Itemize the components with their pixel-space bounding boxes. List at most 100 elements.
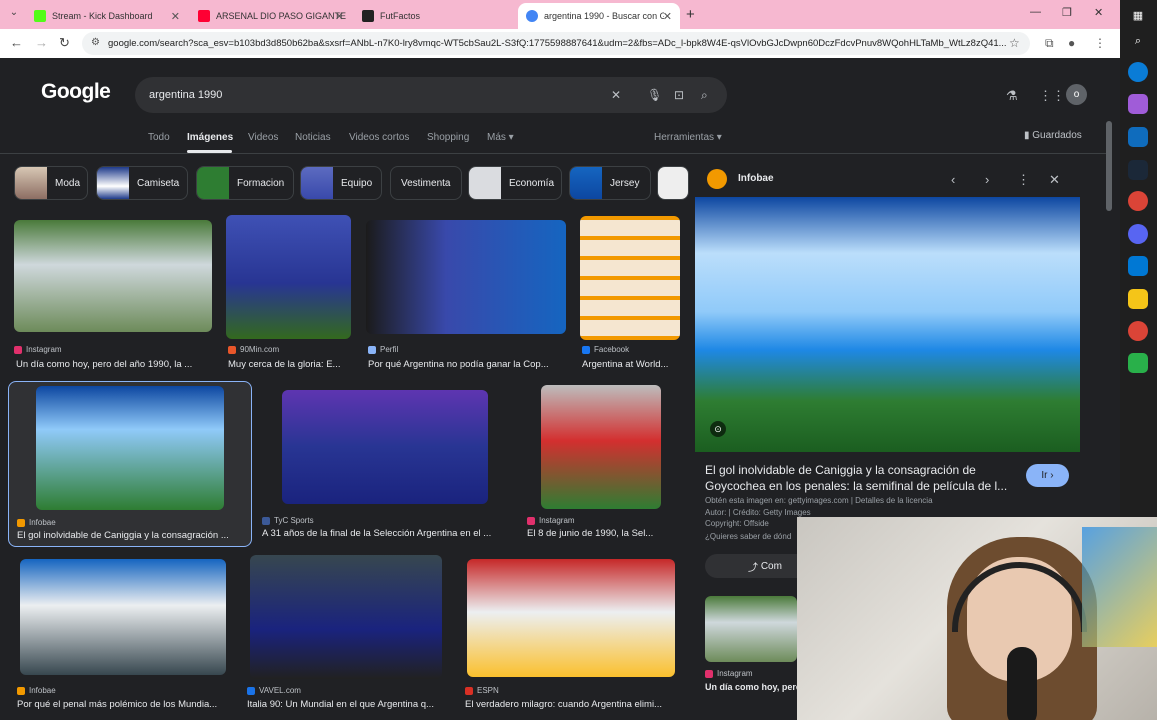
preview-title[interactable]: El gol inolvidable de Caniggia y la cons… <box>705 462 1017 494</box>
chrome-active-icon[interactable] <box>1128 321 1148 341</box>
extensions-icon[interactable]: ⧉ <box>1045 36 1054 51</box>
tab-todo[interactable]: Todo <box>148 132 170 143</box>
reload-icon[interactable]: ↻ <box>59 35 70 51</box>
tab-imagenes[interactable]: Imágenes <box>187 132 233 143</box>
site-info-icon[interactable]: ⚙ <box>91 37 100 48</box>
preview-source[interactable]: Infobae <box>738 173 774 184</box>
result-thumbnail[interactable] <box>580 216 680 340</box>
saved-button[interactable]: ▮ Guardados <box>1024 130 1082 141</box>
chip-vestimenta[interactable]: Vestimenta <box>390 166 462 200</box>
related-title[interactable]: Un día como hoy, pero <box>705 682 801 692</box>
result-thumbnail[interactable] <box>366 220 566 334</box>
chip-jersey[interactable]: Jersey <box>569 166 651 200</box>
result-source[interactable]: VAVEL.com <box>247 686 301 695</box>
chip-moda[interactable]: Moda <box>14 166 88 200</box>
image-result[interactable]: Facebook Argentina at World... <box>580 216 680 370</box>
back-icon[interactable]: ← <box>10 35 23 50</box>
result-source[interactable]: Infobae <box>17 686 56 695</box>
page-scrollbar[interactable] <box>1106 121 1112 211</box>
tab-kick[interactable]: Stream - Kick Dashboard ✕ <box>26 3 188 29</box>
result-source[interactable]: Instagram <box>527 516 575 525</box>
image-result[interactable]: ESPN El verdadero milagro: cuando Argent… <box>465 559 677 714</box>
bookmark-star-icon[interactable]: ☆ <box>1009 36 1020 50</box>
result-source[interactable]: TyC Sports <box>262 516 314 525</box>
tab-futfactos[interactable]: FutFactos <box>354 3 516 29</box>
image-result[interactable]: VAVEL.com Italia 90: Un Mundial en el qu… <box>247 555 447 714</box>
result-thumbnail[interactable] <box>467 559 675 677</box>
discord-icon[interactable] <box>1128 224 1148 244</box>
license-info[interactable]: Obtén esta imagen en: gettyimages.com | … <box>705 496 933 505</box>
address-bar[interactable]: ⚙ google.com/search?sca_esv=b103bd3d850b… <box>82 32 1030 55</box>
forward-icon[interactable]: → <box>35 35 48 50</box>
close-icon[interactable]: ✕ <box>663 10 672 23</box>
result-thumbnail[interactable] <box>282 390 488 504</box>
more-options-icon[interactable]: ⋮ <box>1017 172 1030 188</box>
chip-more[interactable] <box>657 166 689 200</box>
chip-formacion[interactable]: Formacion <box>196 166 294 200</box>
result-thumbnail[interactable] <box>20 559 226 675</box>
image-result[interactable]: Perfil Por qué Argentina no podía ganar … <box>366 220 566 370</box>
result-title[interactable]: A 31 años de la final de la Selección Ar… <box>262 528 507 539</box>
tab-search-chevron-icon[interactable]: ⌄ <box>6 7 22 23</box>
image-result[interactable]: Instagram Un día como hoy, pero del año … <box>14 220 212 370</box>
tab-videos-cortos[interactable]: Videos cortos <box>349 132 409 143</box>
minimize-icon[interactable]: — <box>1030 6 1041 18</box>
result-title[interactable]: El 8 de junio de 1990, la Sel... <box>527 528 679 539</box>
related-source[interactable]: Instagram <box>705 669 753 678</box>
result-source[interactable]: Perfil <box>368 345 398 354</box>
image-result[interactable]: Instagram El 8 de junio de 1990, la Sel.… <box>527 385 679 542</box>
result-title[interactable]: El verdadero milagro: cuando Argentina e… <box>465 699 677 710</box>
result-source[interactable]: Instagram <box>14 345 62 354</box>
result-title[interactable]: Por qué el penal más polémico de los Mun… <box>17 699 227 710</box>
tab-youtube[interactable]: ARSENAL DIO PASO GIGANTE ✕ <box>190 3 352 29</box>
result-source[interactable]: Facebook <box>582 345 629 354</box>
result-source[interactable]: 90Min.com <box>228 345 279 354</box>
result-title[interactable]: El gol inolvidable de Caniggia y la cons… <box>17 530 247 541</box>
search-icon[interactable]: ⌕ <box>701 88 708 103</box>
new-tab-icon[interactable]: + <box>686 6 695 23</box>
related-image[interactable] <box>705 596 797 662</box>
steam-icon[interactable] <box>1128 160 1148 180</box>
profile-icon[interactable]: ● <box>1068 36 1075 50</box>
prev-icon[interactable]: ‹ <box>951 172 955 187</box>
image-result[interactable]: TyC Sports A 31 años de la final de la S… <box>262 390 507 542</box>
copilot-icon[interactable] <box>1128 94 1148 114</box>
result-title[interactable]: Italia 90: Un Mundial en el que Argentin… <box>247 699 447 710</box>
chip-camiseta[interactable]: Camiseta <box>96 166 188 200</box>
store-icon[interactable] <box>1128 127 1148 147</box>
app-icon[interactable] <box>1128 353 1148 373</box>
image-result[interactable]: Infobae Por qué el penal más polémico de… <box>17 559 227 714</box>
outlook-icon[interactable] <box>1128 256 1148 276</box>
result-thumbnail[interactable] <box>36 386 224 510</box>
close-icon[interactable]: ✕ <box>171 10 180 23</box>
file-explorer-icon[interactable] <box>1128 289 1148 309</box>
avatar[interactable]: o <box>1066 84 1087 105</box>
tab-noticias[interactable]: Noticias <box>295 132 331 143</box>
close-icon[interactable]: ✕ <box>1049 172 1060 188</box>
restore-icon[interactable]: ❐ <box>1062 6 1072 19</box>
result-title[interactable]: Muy cerca de la gloria: E... <box>228 359 351 370</box>
window-close-icon[interactable]: ✕ <box>1094 6 1103 19</box>
google-logo[interactable]: Google <box>41 80 111 104</box>
learn-more-link[interactable]: ¿Quieres saber de dónd <box>705 532 791 541</box>
result-thumbnail[interactable] <box>541 385 661 509</box>
image-result-selected[interactable]: Infobae El gol inolvidable de Caniggia y… <box>8 381 252 547</box>
chrome-icon[interactable] <box>1128 191 1148 211</box>
lens-search-icon[interactable]: ⊙ <box>710 421 726 437</box>
result-source[interactable]: Infobae <box>17 518 56 527</box>
result-thumbnail[interactable] <box>250 555 442 679</box>
result-title[interactable]: Argentina at World... <box>582 359 680 370</box>
chip-economia[interactable]: Economía <box>468 166 562 200</box>
result-thumbnail[interactable] <box>14 220 212 332</box>
tools-button[interactable]: Herramientas ▾ <box>654 132 722 143</box>
chip-equipo[interactable]: Equipo <box>300 166 382 200</box>
close-icon[interactable]: ✕ <box>335 10 344 23</box>
windows-icon[interactable]: ▦ <box>1128 5 1148 25</box>
search-icon[interactable]: ⌕ <box>1128 31 1148 51</box>
clear-icon[interactable]: ✕ <box>611 88 621 102</box>
next-icon[interactable]: › <box>985 172 989 187</box>
tab-videos[interactable]: Videos <box>248 132 278 143</box>
tab-shopping[interactable]: Shopping <box>427 132 469 143</box>
visit-button[interactable]: Ir › <box>1026 464 1069 487</box>
tab-google-search[interactable]: argentina 1990 - Buscar con Go ✕ <box>518 3 680 29</box>
